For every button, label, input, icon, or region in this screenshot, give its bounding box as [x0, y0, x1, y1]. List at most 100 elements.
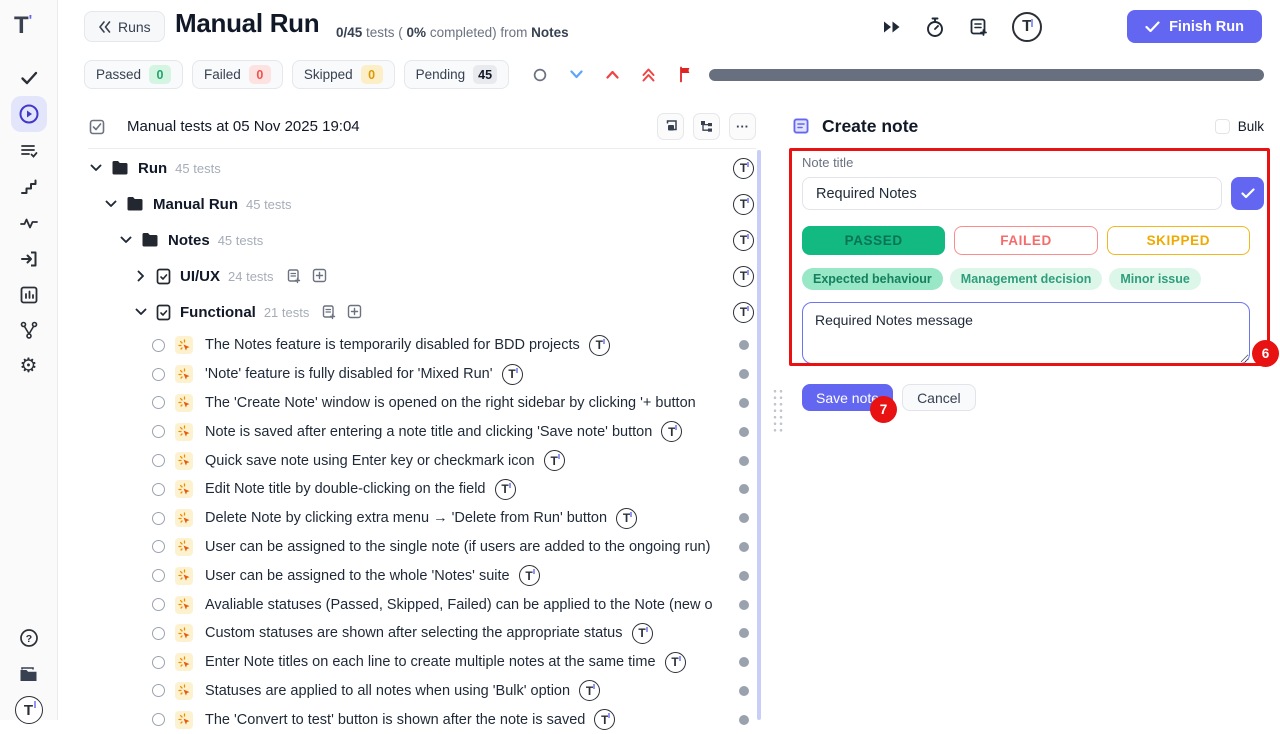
test-row[interactable]: The 'Create Note' window is opened on th…: [88, 389, 756, 418]
timer-button[interactable]: [924, 15, 946, 39]
app-logo[interactable]: T': [14, 12, 32, 40]
add-test-button[interactable]: [312, 268, 327, 284]
scroll-top-button[interactable]: [642, 68, 655, 82]
testomat-logo-icon[interactable]: T: [661, 421, 682, 442]
testomat-logo-icon[interactable]: T: [733, 302, 754, 323]
suite-row[interactable]: Functional 21 tests T: [88, 294, 756, 330]
suite-label[interactable]: Run: [138, 160, 167, 177]
testomat-logo-icon[interactable]: T: [733, 230, 754, 251]
sidebar-item-reports[interactable]: [11, 277, 47, 313]
chevron-down-icon[interactable]: [88, 164, 104, 172]
app-account-logo[interactable]: T: [1012, 12, 1042, 42]
suite-label[interactable]: Notes: [168, 232, 210, 249]
cancel-button[interactable]: Cancel: [902, 384, 976, 411]
add-note-button[interactable]: [968, 16, 990, 38]
test-title[interactable]: Statuses are applied to all notes when u…: [205, 683, 570, 699]
tree-view-button[interactable]: [693, 113, 720, 140]
filter-chip[interactable]: Skipped 0: [292, 60, 395, 89]
testomat-logo-icon[interactable]: T: [519, 565, 540, 586]
test-row[interactable]: The Notes feature is temporarily disable…: [88, 331, 756, 360]
test-title[interactable]: Delete Note by clicking extra menu → 'De…: [205, 510, 607, 526]
test-row[interactable]: Custom statuses are shown after selectin…: [88, 619, 756, 648]
suite-row[interactable]: UI/UX 24 tests T: [88, 258, 756, 294]
vertical-scrollbar[interactable]: [757, 150, 761, 720]
finish-run-button[interactable]: Finish Run: [1127, 10, 1262, 43]
test-status-radio[interactable]: [152, 425, 165, 438]
testomat-logo-icon[interactable]: T: [632, 623, 653, 644]
test-title[interactable]: Enter Note titles on each line to create…: [205, 654, 656, 670]
testomat-logo-icon[interactable]: T: [733, 266, 754, 287]
sidebar-item-run-active[interactable]: [11, 96, 47, 132]
test-row[interactable]: User can be assigned to the whole 'Notes…: [88, 561, 756, 590]
note-tag[interactable]: Expected behaviour: [802, 268, 943, 290]
testomat-logo-icon[interactable]: T: [495, 479, 516, 500]
test-status-radio[interactable]: [152, 540, 165, 553]
sidebar-item-steps[interactable]: [11, 169, 47, 205]
projects-button[interactable]: [11, 656, 47, 692]
test-status-radio[interactable]: [152, 569, 165, 582]
sidebar-item-branches[interactable]: [11, 312, 47, 348]
copy-button[interactable]: [657, 113, 684, 140]
suite-row[interactable]: Run 45 tests T: [88, 150, 756, 186]
test-row[interactable]: User can be assigned to the single note …: [88, 533, 756, 562]
test-status-radio[interactable]: [152, 368, 165, 381]
testomat-logo-icon[interactable]: T: [502, 364, 523, 385]
test-row[interactable]: Avaliable statuses (Passed, Skipped, Fai…: [88, 590, 756, 619]
test-status-radio[interactable]: [152, 454, 165, 467]
status-button[interactable]: PASSED: [802, 226, 945, 255]
chevron-down-icon[interactable]: [103, 200, 119, 208]
quick-save-button[interactable]: [1231, 177, 1264, 210]
test-title[interactable]: Note is saved after entering a note titl…: [205, 424, 652, 440]
test-status-radio[interactable]: [152, 396, 165, 409]
testomat-logo-icon[interactable]: T: [616, 508, 637, 529]
testomat-logo-icon[interactable]: T: [665, 652, 686, 673]
testomat-logo-icon[interactable]: T: [733, 158, 754, 179]
test-row[interactable]: 'Note' feature is fully disabled for 'Mi…: [88, 360, 756, 389]
help-button[interactable]: ?: [11, 620, 47, 656]
suite-label[interactable]: Functional: [180, 304, 256, 321]
testomat-logo-icon[interactable]: T: [544, 450, 565, 471]
suite-row[interactable]: Manual Run 45 tests T: [88, 186, 756, 222]
sidebar-item-import[interactable]: [11, 241, 47, 277]
note-tag[interactable]: Management decision: [950, 268, 1103, 290]
test-title[interactable]: The 'Create Note' window is opened on th…: [205, 395, 696, 411]
chevron-down-icon[interactable]: [133, 272, 149, 280]
sidebar-item-testcases[interactable]: [11, 133, 47, 169]
flag-button[interactable]: [678, 66, 692, 83]
test-status-radio[interactable]: [152, 512, 165, 525]
chevron-down-icon[interactable]: [133, 308, 149, 316]
test-title[interactable]: Edit Note title by double-clicking on th…: [205, 481, 486, 497]
status-button[interactable]: SKIPPED: [1107, 226, 1250, 255]
test-title[interactable]: 'Note' feature is fully disabled for 'Mi…: [205, 366, 493, 382]
add-test-button[interactable]: [347, 304, 362, 320]
add-note-to-suite-button[interactable]: [321, 304, 337, 320]
status-button[interactable]: FAILED: [954, 226, 1097, 255]
note-message-input[interactable]: Required Notes message: [802, 302, 1250, 364]
chevron-down-icon[interactable]: [118, 236, 134, 244]
test-row[interactable]: Quick save note using Enter key or check…: [88, 446, 756, 475]
filter-chip[interactable]: Passed 0: [84, 60, 183, 89]
filter-chip[interactable]: Failed 0: [192, 60, 283, 89]
suite-label[interactable]: Manual Run: [153, 196, 238, 213]
note-tag[interactable]: Minor issue: [1109, 268, 1200, 290]
collapse-all-button[interactable]: [570, 70, 583, 79]
filter-chip[interactable]: Pending 45: [404, 60, 509, 89]
suite-label[interactable]: UI/UX: [180, 268, 220, 285]
note-title-input[interactable]: [802, 177, 1222, 210]
test-title[interactable]: User can be assigned to the single note …: [205, 539, 710, 555]
runs-check-icon[interactable]: [11, 60, 47, 96]
test-row[interactable]: Statuses are applied to all notes when u…: [88, 677, 756, 706]
workspace-logo[interactable]: T: [11, 692, 47, 728]
bulk-toggle[interactable]: Bulk: [1215, 119, 1264, 134]
test-title[interactable]: The Notes feature is temporarily disable…: [205, 337, 580, 353]
test-row[interactable]: Delete Note by clicking extra menu → 'De…: [88, 504, 756, 533]
testomat-logo-icon[interactable]: T: [733, 194, 754, 215]
sidebar-item-activity[interactable]: [11, 205, 47, 241]
fast-forward-button[interactable]: [882, 19, 902, 35]
sidebar-item-settings[interactable]: ⚙: [11, 348, 47, 384]
test-title[interactable]: Avaliable statuses (Passed, Skipped, Fai…: [205, 597, 713, 613]
select-all-button[interactable]: [88, 118, 106, 136]
test-status-radio[interactable]: [152, 598, 165, 611]
test-row[interactable]: Note is saved after entering a note titl…: [88, 417, 756, 446]
test-status-radio[interactable]: [152, 656, 165, 669]
